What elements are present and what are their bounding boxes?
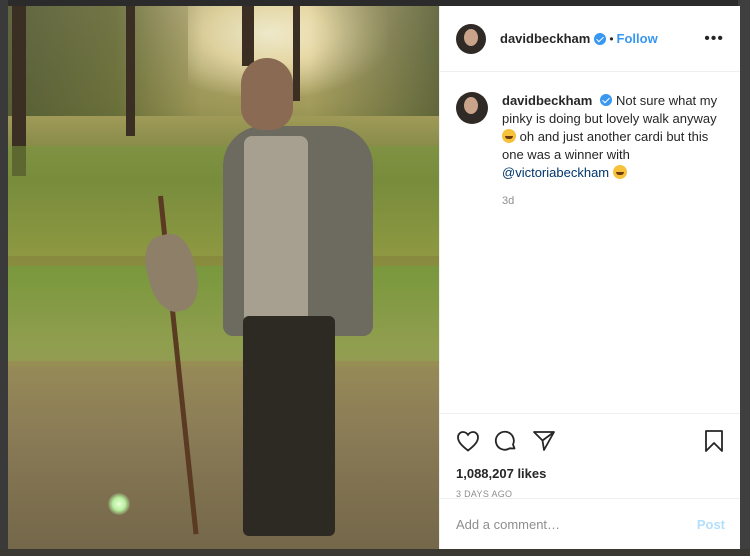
- thinking-emoji-icon: [612, 165, 627, 179]
- caption-text-continued: oh and just another cardi but this one w…: [502, 129, 709, 162]
- caption-body: davidbeckham Not sure what my pinky is d…: [502, 92, 724, 210]
- photo-mowed-grass: [8, 366, 439, 549]
- heart-icon[interactable]: [456, 430, 480, 452]
- grinning-emoji-icon: [502, 129, 516, 143]
- post-photo[interactable]: [8, 6, 439, 549]
- post-caption: davidbeckham Not sure what my pinky is d…: [440, 72, 740, 210]
- bookmark-icon[interactable]: [703, 429, 725, 453]
- photo-person-head: [241, 58, 293, 130]
- photo-tree-trunk: [242, 6, 254, 66]
- photo-person-shirt: [244, 136, 308, 326]
- more-options-icon[interactable]: •••: [704, 30, 724, 48]
- comment-input[interactable]: [456, 516, 697, 532]
- photo-person-trousers: [243, 316, 335, 536]
- post-side-panel: davidbeckham • Follow ••• davidbeckham N…: [439, 6, 740, 549]
- separator-dot: •: [609, 31, 614, 46]
- paper-plane-icon[interactable]: [532, 429, 556, 453]
- background-feed-bottom: [0, 549, 750, 556]
- header-username[interactable]: davidbeckham: [500, 31, 590, 46]
- follow-button[interactable]: Follow: [617, 31, 658, 46]
- background-feed-left: [0, 0, 8, 556]
- likes-count[interactable]: 1,088,207 likes: [456, 466, 725, 481]
- post-comment-button[interactable]: Post: [697, 517, 725, 532]
- comment-icon[interactable]: [494, 429, 518, 453]
- photo-tree-trunk: [293, 6, 300, 101]
- verified-badge-icon: [600, 94, 613, 106]
- avatar[interactable]: [456, 23, 486, 54]
- post-modal: davidbeckham • Follow ••• davidbeckham N…: [8, 6, 740, 549]
- caption-avatar[interactable]: [456, 92, 488, 124]
- caption-timestamp: 3d: [502, 195, 515, 207]
- photo-tree-trunk: [126, 6, 135, 136]
- photo-treeline: [8, 6, 439, 116]
- post-actions: 1,088,207 likes 3 DAYS AGO: [440, 413, 740, 499]
- verified-badge-icon: [594, 32, 607, 45]
- caption-username[interactable]: davidbeckham: [502, 93, 592, 108]
- post-header: davidbeckham • Follow •••: [440, 6, 740, 72]
- photo-lens-flare: [108, 493, 130, 515]
- mention-link[interactable]: @victoriabeckham: [502, 165, 609, 180]
- action-icons: [456, 426, 725, 456]
- comment-bar: Post: [440, 498, 740, 549]
